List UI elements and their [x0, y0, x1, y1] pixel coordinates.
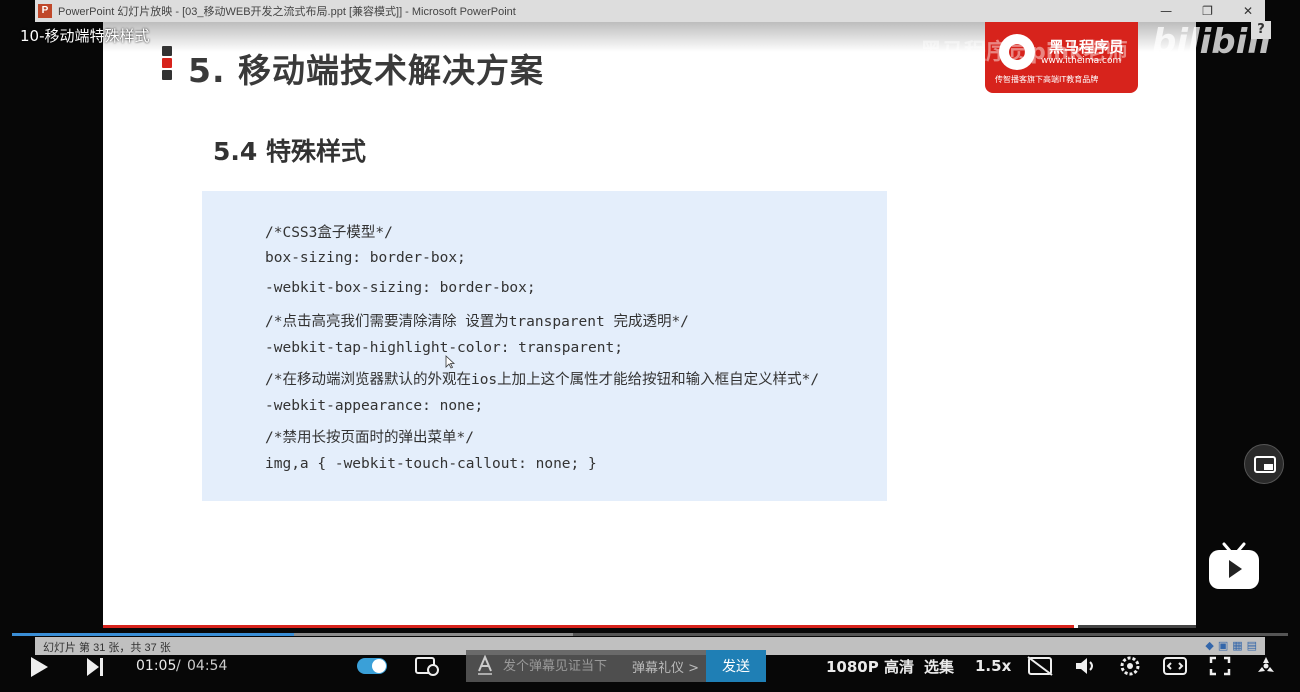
quality-selector[interactable]: 1080P 高清 [826, 655, 914, 677]
code-line: /*在移动端浏览器默认的外观在ios上加上这个属性才能给按钮和输入框自定义样式*… [265, 372, 820, 388]
bullet-square [162, 46, 172, 56]
time-separator: / [176, 658, 181, 674]
code-line: /*CSS3盒子模型*/ [265, 225, 393, 241]
code-box: /*CSS3盒子模型*/ box-sizing: border-box; -we… [202, 191, 887, 501]
tv-mode-button[interactable] [1206, 540, 1262, 592]
volume-icon[interactable] [1074, 655, 1098, 677]
widescreen-icon[interactable] [1162, 655, 1188, 677]
logo-tagline: 传智播客旗下高端IT教育品牌 [995, 75, 1099, 84]
window-title: PowerPoint 幻灯片放映 - [03_移动WEB开发之流式布局.ppt … [58, 6, 516, 18]
slide-footer-bar [103, 625, 1074, 628]
progress-played[interactable] [12, 633, 294, 636]
slide: 5. 移动端技术解决方案 黑马程序员 www.itheima.com 传智播客旗… [103, 22, 1196, 628]
send-button[interactable]: 发送 [706, 650, 766, 682]
slide-counter: 幻灯片 第 31 张，共 37 张 [43, 642, 171, 654]
danmaku-settings-icon[interactable] [414, 655, 440, 677]
bilibili-tv-icon [1209, 542, 1259, 589]
code-line: img,a { -webkit-touch-callout: none; } [265, 456, 597, 472]
episodes-button[interactable]: 选集 [924, 655, 954, 677]
danmaku-style-icon[interactable] [476, 655, 494, 675]
video-title: 10-移动端特殊样式 [20, 27, 150, 45]
code-line: /*禁用长按页面时的弹出菜单*/ [265, 430, 474, 446]
time-current: 01:05 [136, 658, 177, 674]
picture-in-picture-button[interactable] [1244, 444, 1284, 484]
subtitle-off-icon[interactable] [1026, 655, 1054, 677]
code-line: /*点击高亮我们需要清除清除 设置为transparent 完成透明*/ [265, 314, 689, 330]
danmaku-etiquette-link[interactable]: 弹幕礼仪 > [632, 657, 699, 676]
bullet-square [162, 70, 172, 80]
screen: P PowerPoint 幻灯片放映 - [03_移动WEB开发之流式布局.pp… [0, 0, 1300, 692]
mouse-cursor-icon [445, 355, 455, 369]
ppt-title-bar: P PowerPoint 幻灯片放映 - [03_移动WEB开发之流式布局.pp… [35, 0, 1265, 22]
minimize-button[interactable]: — [1160, 4, 1172, 18]
time-total: 04:54 [187, 658, 228, 674]
slide-heading: 5. 移动端技术解决方案 [188, 51, 544, 90]
web-fullscreen-icon[interactable] [1208, 655, 1232, 677]
bullet-square [162, 58, 172, 68]
play-icon[interactable] [28, 655, 50, 679]
uploader-watermark: 黑马程序员pink老师 [920, 40, 1128, 65]
heading-bullet-icon [162, 46, 174, 82]
close-button[interactable]: ✕ [1243, 4, 1253, 18]
speed-selector[interactable]: 1.5x [975, 655, 1011, 677]
view-buttons-icon[interactable]: ◆▣▦▤ [1205, 639, 1261, 652]
slide-subheading: 5.4 特殊样式 [213, 137, 366, 166]
code-line: -webkit-tap-highlight-color: transparent… [265, 340, 623, 356]
code-line: -webkit-appearance: none; [265, 398, 484, 414]
pip-icon [1254, 456, 1276, 473]
player-control-bar: 01:05 / 04:54 弹幕礼仪 > 发送 1080P 高清 选集 1.5x [0, 650, 1300, 692]
danmaku-toggle-icon[interactable] [356, 655, 388, 677]
slide-footer-bar-dark [1078, 625, 1196, 628]
restore-button[interactable]: ❐ [1202, 4, 1213, 18]
powerpoint-icon: P [38, 4, 52, 18]
help-icon[interactable]: ? [1251, 21, 1271, 39]
settings-gear-icon[interactable] [1118, 655, 1142, 677]
code-line: -webkit-box-sizing: border-box; [265, 280, 536, 296]
fullscreen-icon[interactable] [1254, 655, 1278, 677]
window-controls: — ❐ ✕ [1160, 0, 1253, 22]
code-line: box-sizing: border-box; [265, 250, 466, 266]
next-icon[interactable] [84, 656, 106, 678]
